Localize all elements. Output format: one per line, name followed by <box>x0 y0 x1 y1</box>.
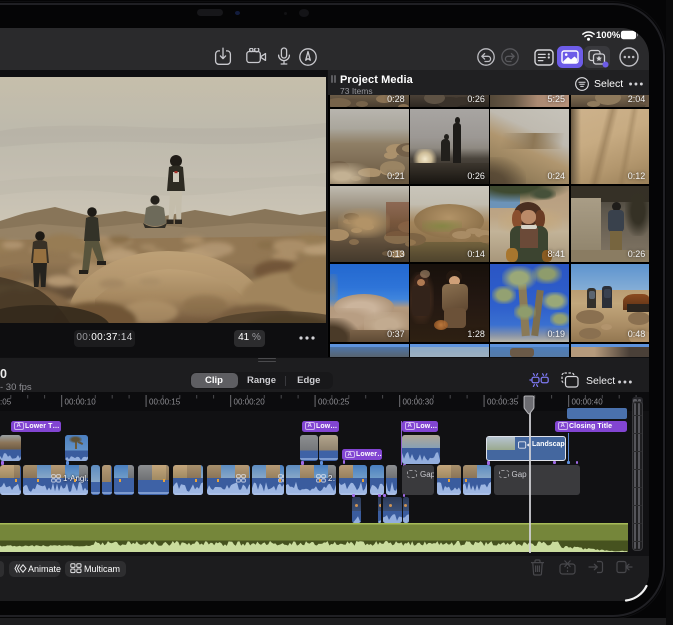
svg-text:00:00:10: 00:00:10 <box>65 398 97 407</box>
svg-text:00:00:05: 00:00:05 <box>0 398 12 407</box>
svg-text:00:00:30: 00:00:30 <box>403 398 435 407</box>
svg-text:00:00:20: 00:00:20 <box>234 398 266 407</box>
svg-text:00:00:25: 00:00:25 <box>318 398 350 407</box>
svg-text:00:00:15: 00:00:15 <box>149 398 181 407</box>
svg-text:00:00:40: 00:00:40 <box>572 398 604 407</box>
svg-text:00:00:35: 00:00:35 <box>487 398 519 407</box>
